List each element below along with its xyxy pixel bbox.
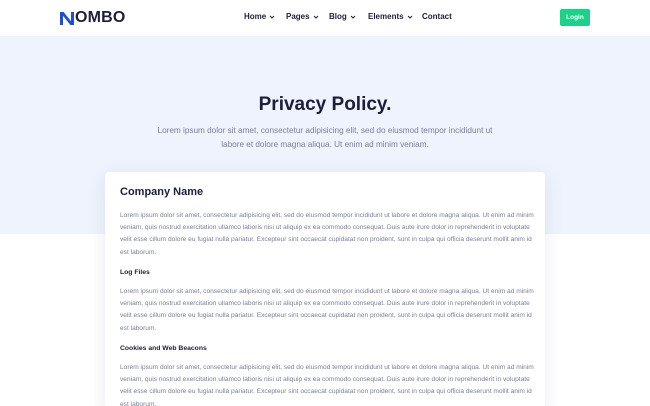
nav-pages[interactable]: Pages [286, 12, 319, 21]
nav-elements-label: Elements [368, 12, 404, 21]
section-paragraph: Lorem ipsum dolor sit amet, consectetur … [120, 364, 534, 406]
section-heading-log-files: Log Files [120, 269, 150, 276]
chevron-down-icon [269, 14, 275, 20]
logo-link[interactable]: OMBO [60, 9, 126, 27]
section-paragraph: Lorem ipsum dolor sit amet, consectetur … [120, 212, 534, 256]
logo-text: OMBO [75, 9, 126, 26]
policy-card: Company Name Lorem ipsum dolor sit amet,… [105, 172, 545, 406]
logo-icon [60, 11, 74, 25]
login-button[interactable]: Login [560, 9, 590, 26]
nav-blog-label: Blog [329, 12, 347, 21]
nav-blog[interactable]: Blog [329, 12, 356, 21]
nav-contact[interactable]: Contact [422, 12, 452, 21]
chevron-down-icon [350, 14, 356, 20]
nav-pages-label: Pages [286, 12, 310, 21]
nav-contact-label: Contact [422, 12, 452, 21]
card-heading: Company Name [120, 186, 204, 198]
hero-description: Lorem ipsum dolor sit amet, consectetur … [157, 126, 493, 149]
section-paragraph: Lorem ipsum dolor sit amet, consectetur … [120, 288, 534, 332]
chevron-down-icon [407, 14, 413, 20]
nav-home-label: Home [244, 12, 267, 21]
section-heading-cookies: Cookies and Web Beacons [120, 345, 207, 352]
page-title: Privacy Policy. [258, 94, 392, 115]
nav-home[interactable]: Home [244, 12, 275, 21]
nav-elements[interactable]: Elements [368, 12, 413, 21]
chevron-down-icon [313, 14, 319, 20]
navbar: OMBO Home Pages Blog Elements Contact Lo… [0, 0, 650, 36]
